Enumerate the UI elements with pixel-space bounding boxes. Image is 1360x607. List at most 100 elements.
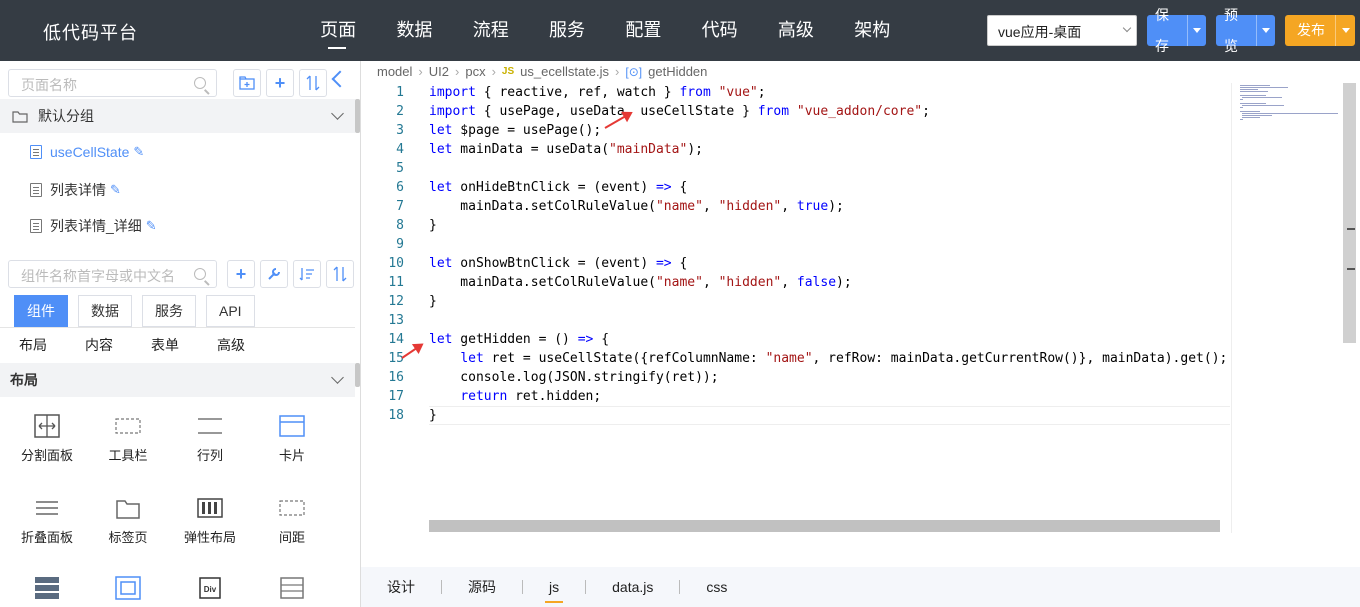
code-line[interactable]: 1 import { reactive, ref, watch } from "v… bbox=[362, 83, 1230, 102]
save-dropdown-icon[interactable] bbox=[1187, 15, 1206, 46]
page-icon bbox=[30, 219, 42, 233]
component-card[interactable]: 卡片 bbox=[251, 413, 333, 464]
folder-add-icon bbox=[239, 76, 255, 90]
preview-button[interactable]: 预览 bbox=[1216, 7, 1275, 54]
line-number: 15 bbox=[388, 351, 404, 366]
tab-source[interactable]: 源码 bbox=[442, 567, 522, 607]
code-line[interactable]: 2 import { usePage, useData, useCellState… bbox=[362, 102, 1230, 121]
page-group-header[interactable]: 默认分组 bbox=[0, 99, 355, 133]
tab-components[interactable]: 组件 bbox=[14, 295, 68, 327]
page-search-input[interactable]: 页面名称 bbox=[8, 69, 217, 97]
nav-architecture[interactable]: 架构 bbox=[834, 0, 910, 61]
nav-data[interactable]: 数据 bbox=[376, 0, 452, 61]
tab-api[interactable]: API bbox=[206, 295, 255, 327]
tab-data[interactable]: 数据 bbox=[78, 295, 132, 327]
component-more-3[interactable]: Div bbox=[169, 575, 251, 607]
left-panel: 页面名称 + 默认分组 useCellState ✎ 列表详情 ✎ 列表详情_详… bbox=[0, 61, 361, 607]
breadcrumb-item[interactable]: us_ecellstate.js bbox=[520, 64, 609, 79]
breadcrumb-item[interactable]: UI2 bbox=[429, 64, 449, 79]
code-line[interactable]: 6 let onHideBtnClick = (event) => { bbox=[362, 178, 1230, 197]
subtab-content[interactable]: 内容 bbox=[66, 328, 132, 363]
sort-pages-button[interactable] bbox=[299, 69, 327, 97]
component-list-scrollbar[interactable] bbox=[355, 363, 360, 387]
nav-config[interactable]: 配置 bbox=[605, 0, 681, 61]
breadcrumb-item[interactable]: model bbox=[377, 64, 412, 79]
publish-button[interactable]: 发布 bbox=[1285, 15, 1355, 46]
editor-vertical-scrollbar[interactable] bbox=[1343, 83, 1356, 343]
code-line[interactable]: 18} bbox=[362, 406, 1230, 425]
code-line[interactable]: 3 let $page = usePage(); bbox=[362, 121, 1230, 140]
page-item-label: 列表详情_详细 bbox=[50, 218, 142, 234]
page-item-label: useCellState bbox=[50, 144, 130, 160]
page-item-list-detail-full[interactable]: 列表详情_详细 ✎ bbox=[30, 216, 157, 236]
code-line[interactable]: 15 let ret = useCellState({refColumnName… bbox=[362, 349, 1230, 368]
edit-icon[interactable]: ✎ bbox=[146, 218, 157, 234]
code-editor[interactable]: 1 import { reactive, ref, watch } from "v… bbox=[362, 83, 1230, 523]
card-icon bbox=[279, 415, 305, 437]
component-collapse-panel[interactable]: 折叠面板 bbox=[6, 495, 88, 546]
code-line[interactable]: 11 mainData.setColRuleValue("name", "hid… bbox=[362, 273, 1230, 292]
scroll-marker bbox=[1347, 228, 1355, 230]
code-line[interactable]: 4 let mainData = useData("mainData"); bbox=[362, 140, 1230, 159]
sort-components-button[interactable] bbox=[326, 260, 354, 288]
list-sort-button[interactable] bbox=[293, 260, 321, 288]
collapse-panel-icon[interactable] bbox=[331, 70, 349, 88]
component-more-2[interactable] bbox=[87, 575, 169, 607]
tab-service[interactable]: 服务 bbox=[142, 295, 196, 327]
layout-section-header[interactable]: 布局 bbox=[0, 363, 355, 397]
subtab-layout[interactable]: 布局 bbox=[0, 328, 66, 363]
nav-flow[interactable]: 流程 bbox=[453, 0, 529, 61]
code-line[interactable]: 9 bbox=[362, 235, 1230, 254]
tab-design[interactable]: 设计 bbox=[361, 567, 441, 607]
nav-advanced[interactable]: 高级 bbox=[758, 0, 834, 61]
component-more-4[interactable] bbox=[251, 575, 333, 607]
code-line[interactable]: 13 bbox=[362, 311, 1230, 330]
page-item-list-detail[interactable]: 列表详情 ✎ bbox=[30, 180, 121, 200]
tab-js[interactable]: js bbox=[523, 567, 585, 607]
code-line[interactable]: 14 let getHidden = () => { bbox=[362, 330, 1230, 349]
component-more-1[interactable] bbox=[6, 575, 88, 607]
code-line[interactable]: 17 return ret.hidden; bbox=[362, 387, 1230, 406]
page-list-scrollbar[interactable] bbox=[355, 99, 360, 133]
add-component-button[interactable]: + bbox=[227, 260, 255, 288]
code-line[interactable]: 7 mainData.setColRuleValue("name", "hidd… bbox=[362, 197, 1230, 216]
editor-horizontal-scrollbar[interactable] bbox=[429, 520, 1220, 532]
minimap[interactable] bbox=[1231, 83, 1341, 533]
code-line[interactable]: 5 bbox=[362, 159, 1230, 178]
line-number: 5 bbox=[396, 161, 404, 176]
add-page-button[interactable]: + bbox=[266, 69, 294, 97]
component-subtabs: 布局 内容 表单 高级 bbox=[0, 327, 355, 363]
code-text: let $page = usePage(); bbox=[429, 123, 602, 138]
code-text: mainData.setColRuleValue("name", "hidden… bbox=[429, 199, 844, 214]
code-line[interactable]: 12} bbox=[362, 292, 1230, 311]
page-item-usecellstate[interactable]: useCellState ✎ bbox=[30, 144, 144, 160]
subtab-form[interactable]: 表单 bbox=[132, 328, 198, 363]
component-spacing[interactable]: 间距 bbox=[251, 495, 333, 546]
publish-dropdown-icon[interactable] bbox=[1335, 15, 1355, 46]
nav-page[interactable]: 页面 bbox=[300, 0, 376, 61]
component-toolbar[interactable]: 工具栏 bbox=[87, 413, 169, 464]
preview-dropdown-icon[interactable] bbox=[1256, 15, 1275, 46]
component-search-input[interactable]: 组件名称首字母或中文名 bbox=[8, 260, 217, 288]
nav-code[interactable]: 代码 bbox=[681, 0, 757, 61]
save-button[interactable]: 保存 bbox=[1147, 7, 1206, 54]
app-select[interactable]: vue应用-桌面 bbox=[987, 15, 1137, 46]
component-split-panel[interactable]: 分割面板 bbox=[6, 413, 88, 464]
tools-button[interactable] bbox=[260, 260, 288, 288]
code-line[interactable]: 16 console.log(JSON.stringify(ret)); bbox=[362, 368, 1230, 387]
tab-data-js[interactable]: data.js bbox=[586, 567, 679, 607]
edit-icon[interactable]: ✎ bbox=[110, 182, 121, 198]
component-tabs-page[interactable]: 标签页 bbox=[87, 495, 169, 546]
component-flex-layout[interactable]: 弹性布局 bbox=[169, 495, 251, 546]
component-row-col[interactable]: 行列 bbox=[169, 413, 251, 464]
breadcrumb: model › UI2 › pcx › JS us_ecellstate.js › [⊙… bbox=[377, 64, 708, 79]
nav-service[interactable]: 服务 bbox=[529, 0, 605, 61]
code-line[interactable]: 10 let onShowBtnClick = (event) => { bbox=[362, 254, 1230, 273]
subtab-advanced[interactable]: 高级 bbox=[198, 328, 264, 363]
edit-icon[interactable]: ✎ bbox=[133, 144, 144, 160]
tab-css[interactable]: css bbox=[680, 567, 753, 607]
new-folder-button[interactable] bbox=[233, 69, 261, 97]
breadcrumb-item[interactable]: pcx bbox=[465, 64, 485, 79]
code-line[interactable]: 8} bbox=[362, 216, 1230, 235]
breadcrumb-item[interactable]: getHidden bbox=[648, 64, 707, 79]
